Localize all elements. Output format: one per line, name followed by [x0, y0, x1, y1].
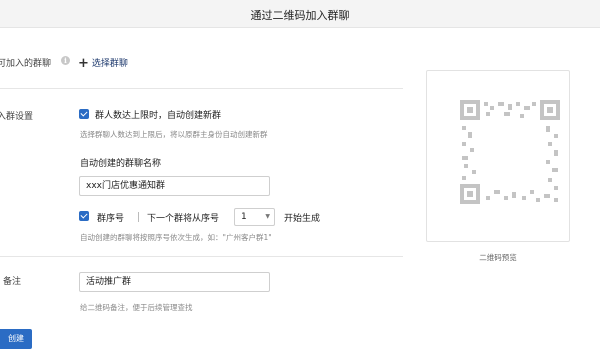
start-serial-select[interactable]: 1 ▼: [234, 208, 275, 226]
qr-finder-bottom-left-center: [467, 191, 473, 197]
plus-icon: +: [78, 56, 89, 71]
serial-hint: 自动创建的群聊将按照序号依次生成，如："广州客户群1": [80, 233, 272, 242]
qr-code-placeholder: [460, 100, 560, 204]
select-group-label: 选择群聊: [91, 59, 128, 69]
serial-suffix-label: 开始生成: [284, 214, 321, 224]
remark-input[interactable]: 活动推广群: [79, 272, 270, 292]
qr-finder-top-right-center: [547, 107, 553, 113]
serial-checkbox[interactable]: [79, 211, 89, 221]
remark-label: 备注: [3, 277, 22, 287]
dialog-header: 通过二维码加入群聊: [0, 0, 600, 28]
select-group-button[interactable]: + 选择群聊: [78, 55, 128, 71]
start-serial-value: 1: [241, 212, 247, 222]
divider-bottom: [0, 256, 403, 257]
divider-top: [0, 88, 403, 89]
auto-create-checkbox[interactable]: [79, 109, 89, 119]
qr-finder-top-left-center: [467, 107, 473, 113]
next-serial-label: 下一个群将从序号: [147, 214, 220, 224]
qr-preview-label: 二维码预览: [479, 253, 517, 262]
info-icon[interactable]: i: [61, 56, 70, 65]
separator: [138, 212, 139, 222]
remark-hint: 给二维码备注，便于后续管理查找: [80, 303, 193, 312]
group-name-label: 自动创建的群聊名称: [80, 159, 162, 169]
serial-label: 群序号: [97, 214, 125, 224]
chevron-down-icon: ▼: [265, 213, 270, 220]
auto-create-hint: 选择群聊人数达到上限后，将以原群主身份自动创建新群: [80, 130, 268, 139]
auto-create-label: 群人数达上限时，自动创建新群: [95, 111, 222, 121]
settings-label: 入群设置: [0, 112, 34, 122]
dialog-title: 通过二维码加入群聊: [250, 9, 350, 22]
group-name-input[interactable]: xxx门店优惠通知群: [79, 176, 270, 196]
group-chat-label: 可加入的群聊: [0, 59, 52, 69]
create-button[interactable]: 创建: [0, 329, 32, 349]
